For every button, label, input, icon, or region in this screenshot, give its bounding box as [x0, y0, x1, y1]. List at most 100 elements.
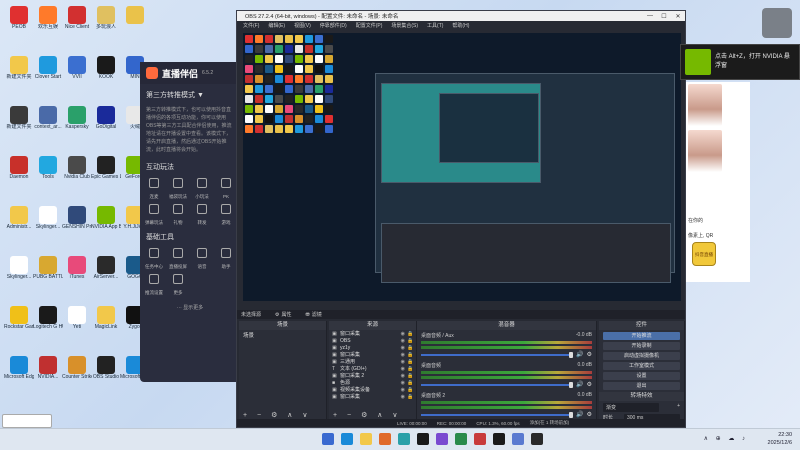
obs-menu-item[interactable]: 编辑(E): [268, 22, 285, 29]
desktop-shortcut[interactable]: GENSHIN Protocol: [62, 206, 92, 242]
eye-icon[interactable]: ◉: [399, 394, 405, 400]
control-button[interactable]: 退出: [603, 382, 680, 390]
image-thumbnail[interactable]: [688, 130, 722, 172]
feature-button[interactable]: 更多: [168, 274, 188, 296]
system-tray[interactable]: ∧ ⊕ ☁ ♪: [704, 435, 748, 442]
nvidia-overlay-popup[interactable]: 点击 Alt+Z，打开 NVIDIA 悬 浮窗: [680, 44, 800, 80]
lock-icon[interactable]: 🔒: [407, 387, 413, 393]
filters-button[interactable]: ⛃ 滤镜: [306, 311, 322, 319]
taskbar-app-icon[interactable]: [512, 433, 524, 445]
desktop-shortcut[interactable]: NVIDIA App Beta: [91, 206, 121, 242]
eye-icon[interactable]: ◉: [399, 380, 405, 386]
desktop-shortcut[interactable]: Kaspersky: [62, 106, 92, 142]
desktop-notification-box[interactable]: [2, 414, 52, 428]
eye-icon[interactable]: ◉: [399, 331, 405, 337]
feature-button[interactable]: 游戏: [216, 204, 236, 226]
desktop-shortcut[interactable]: GoDigital: [91, 106, 121, 142]
desktop-shortcut[interactable]: Rockstar Games: [4, 306, 34, 342]
desktop-shortcut[interactable]: Clover Start: [33, 56, 63, 92]
desktop-shortcut[interactable]: 新建文件夹: [4, 106, 34, 142]
taskbar-app-icon[interactable]: [341, 433, 353, 445]
control-button[interactable]: 开始录制: [603, 342, 680, 350]
image-thumbnail[interactable]: [688, 84, 722, 126]
control-button[interactable]: 设置: [603, 372, 680, 380]
eye-icon[interactable]: ◉: [399, 352, 405, 358]
douyin-live-badge[interactable]: 抖音直播: [692, 242, 716, 266]
feature-button[interactable]: 转发: [192, 204, 212, 226]
taskbar-app-icon[interactable]: [531, 433, 543, 445]
desktop-shortcut[interactable]: MagicLink: [91, 306, 121, 342]
source-item[interactable]: ▣ 三通用 ◉ 🔒: [329, 358, 416, 366]
volume-fader[interactable]: [421, 411, 574, 418]
settings-gear-icon[interactable]: ⚙: [587, 411, 592, 418]
desktop-shortcut[interactable]: [120, 6, 150, 42]
desktop-shortcut[interactable]: Skylinger...: [33, 206, 63, 242]
taskbar-clock[interactable]: 22:30 2025/12/6: [768, 431, 792, 447]
desktop-shortcut[interactable]: Skylinger...: [4, 256, 34, 292]
scenes-toolbar[interactable]: + − ⚙ ∧ ∨: [243, 411, 311, 419]
desktop-shortcut[interactable]: 多玩浪人: [91, 6, 121, 42]
obs-menu-item[interactable]: 停靠部件(D): [320, 22, 347, 29]
lock-icon[interactable]: 🔒: [407, 394, 413, 400]
volume-fader[interactable]: [421, 351, 574, 358]
minimize-button[interactable]: —: [643, 13, 657, 19]
source-item[interactable]: ▣ 窗口采集 2 ◉ 🔒: [329, 372, 416, 380]
feature-button[interactable]: 福袋玩法: [168, 178, 188, 200]
feature-button[interactable]: 推流设置: [144, 274, 164, 296]
fader-handle[interactable]: [569, 351, 574, 358]
eye-icon[interactable]: ◉: [399, 387, 405, 393]
lock-icon[interactable]: 🔒: [407, 352, 413, 358]
transition-add-icon[interactable]: +: [677, 403, 680, 412]
lock-icon[interactable]: 🔒: [407, 373, 413, 379]
lock-icon[interactable]: 🔒: [407, 366, 413, 372]
desktop-shortcut[interactable]: Administr...: [4, 206, 34, 242]
eye-icon[interactable]: ◉: [399, 338, 405, 344]
taskbar-app-icon[interactable]: [493, 433, 505, 445]
desktop-shortcut[interactable]: iTunes: [62, 256, 92, 292]
speaker-icon[interactable]: 🔊: [576, 351, 583, 358]
lock-icon[interactable]: 🔒: [407, 338, 413, 344]
properties-button[interactable]: ⚙ 属性: [275, 311, 292, 319]
source-item[interactable]: T 文本 (GDI+) ◉ 🔒: [329, 365, 416, 373]
obs-preview-canvas[interactable]: [243, 33, 681, 301]
desktop-shortcut[interactable]: Tools: [33, 156, 63, 192]
settings-gear-icon[interactable]: ⚙: [587, 381, 592, 388]
show-more-link[interactable]: ··· 显示更多: [140, 304, 240, 311]
desktop-shortcut[interactable]: Epic Games Launcher: [91, 156, 121, 192]
desktop-badge-icon[interactable]: [762, 8, 792, 38]
taskbar-app-icon[interactable]: [360, 433, 372, 445]
control-button[interactable]: 工作室模式: [603, 362, 680, 370]
desktop-shortcut[interactable]: Microsoft Edge: [4, 356, 34, 392]
taskbar-app-icon[interactable]: [322, 433, 334, 445]
obs-menu-item[interactable]: 文件(F): [243, 22, 259, 29]
eye-icon[interactable]: ◉: [399, 366, 405, 372]
desktop-shortcut[interactable]: 欢乐互娱: [33, 6, 63, 42]
taskbar-app-icon[interactable]: [455, 433, 467, 445]
desktop-shortcut[interactable]: 新建文件夹: [4, 56, 34, 92]
close-button[interactable]: ✕: [671, 13, 685, 20]
maximize-button[interactable]: ☐: [657, 13, 671, 20]
desktop-shortcut[interactable]: Daemon: [4, 156, 34, 192]
desktop-shortcut[interactable]: Nice Client: [62, 6, 92, 42]
feature-button[interactable]: 小玩法: [192, 178, 212, 200]
desktop-shortcut[interactable]: Yeti: [62, 306, 92, 342]
feature-button[interactable]: 连麦: [144, 178, 164, 200]
desktop-shortcut[interactable]: VVII: [62, 56, 92, 92]
volume-fader[interactable]: [421, 381, 574, 388]
control-button[interactable]: 开始推流: [603, 332, 680, 340]
obs-menu-item[interactable]: 工具(T): [427, 22, 443, 29]
desktop-shortcut[interactable]: context_ar...: [33, 106, 63, 142]
speaker-icon[interactable]: 🔊: [576, 381, 583, 388]
fader-handle[interactable]: [569, 411, 574, 418]
stream-mode-dropdown[interactable]: 第三方转推模式 ▼: [140, 84, 240, 106]
desktop-shortcut[interactable]: AirServer...: [91, 256, 121, 292]
source-item[interactable]: ▣ 视频采集设备 ◉ 🔒: [329, 386, 416, 394]
lock-icon[interactable]: 🔒: [407, 359, 413, 365]
source-item[interactable]: ▣ 窗口采集 ◉ 🔒: [329, 330, 416, 338]
taskbar-app-icon[interactable]: [379, 433, 391, 445]
obs-menu-item[interactable]: 帮助(H): [452, 22, 469, 29]
taskbar-app-icon[interactable]: [474, 433, 486, 445]
desktop-shortcut[interactable]: Counter Strike Global Off.: [62, 356, 92, 392]
lock-icon[interactable]: 🔒: [407, 331, 413, 337]
feature-button[interactable]: 弹幕玩法: [144, 204, 164, 226]
